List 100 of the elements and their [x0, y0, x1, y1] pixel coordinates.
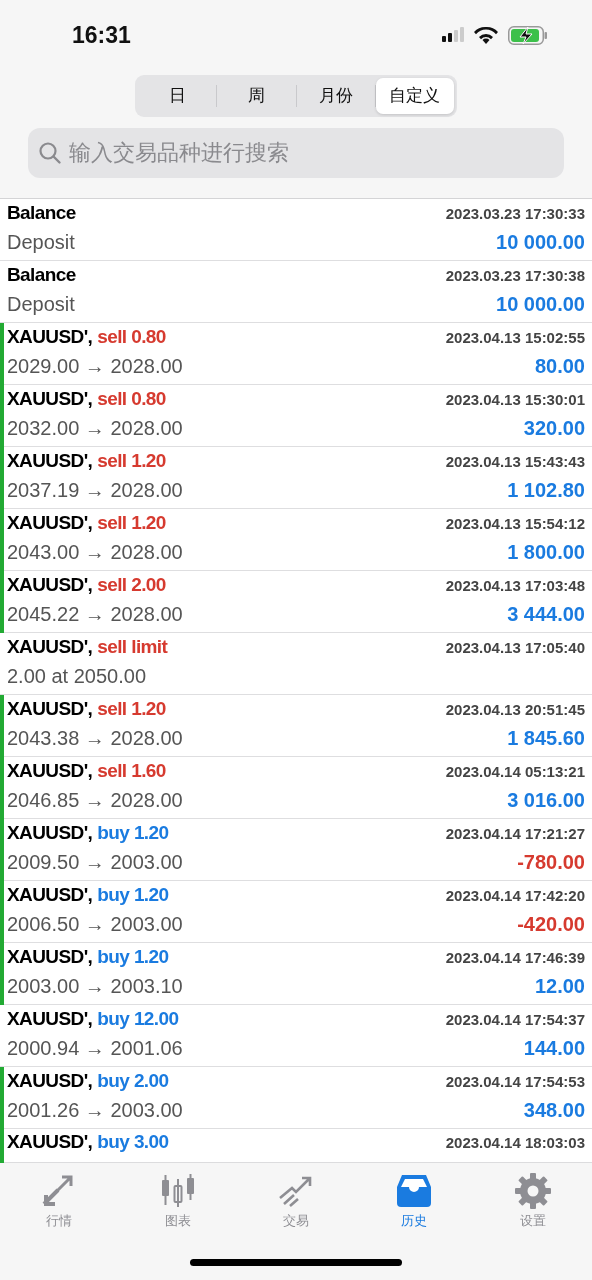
trade-action: sell 1.20 [97, 697, 166, 720]
trade-action: buy 2.00 [97, 1069, 169, 1092]
profit-value: 1 800.00 [507, 540, 585, 564]
trade-detail: 2043.38 → 2028.00 [7, 726, 183, 750]
profit-value: -780.00 [517, 850, 585, 874]
trend-arrow-icon [277, 1174, 314, 1208]
trade-action: sell 0.80 [97, 387, 166, 410]
history-entry[interactable]: XAUUSD', buy 2.00 2023.04.14 17:54:53 2001.26 → 2003.00 348.00 [0, 1067, 592, 1129]
symbol-label: XAUUSD', [7, 1069, 93, 1092]
trade-action: buy 1.20 [97, 945, 169, 968]
trade-detail: 2029.00 → 2028.00 [7, 354, 183, 378]
period-tab[interactable]: 月份 [296, 78, 375, 114]
symbol-label: XAUUSD', [7, 449, 93, 472]
trade-action: buy 1.20 [97, 883, 169, 906]
search-field[interactable]: 输入交易品种进行搜索 [28, 128, 564, 178]
trade-action: sell 1.60 [97, 759, 166, 782]
symbol-label: XAUUSD', [7, 387, 93, 410]
profit-value: 80.00 [534, 354, 585, 378]
trade-action: sell 2.00 [97, 573, 166, 596]
timestamp: 2023.04.13 15:30:01 [445, 390, 585, 408]
profit-value: 1 102.80 [507, 478, 585, 502]
trade-detail: 2045.22 → 2028.00 [7, 602, 183, 626]
timestamp: 2023.04.14 17:54:53 [445, 1072, 585, 1090]
profit-value: 10 000.00 [496, 230, 585, 254]
symbol-label: XAUUSD', [7, 1131, 93, 1153]
inbox-tray-icon [396, 1174, 433, 1208]
timestamp: 2023.04.14 05:13:21 [445, 762, 585, 780]
symbol-label: Balance [7, 201, 76, 224]
profit-value: 10 000.00 [496, 292, 585, 316]
trade-action: buy 1.20 [97, 821, 169, 844]
trade-detail: 2046.85 → 2028.00 [7, 788, 183, 812]
trade-action: sell 0.80 [97, 325, 166, 348]
symbol-label: Balance [7, 263, 76, 286]
timestamp: 2023.04.14 17:46:39 [445, 948, 585, 966]
symbol-label: XAUUSD', [7, 325, 93, 348]
profit-value: 1 845.60 [507, 726, 585, 750]
trade-detail: 2001.26 → 2003.00 [7, 1098, 183, 1122]
timestamp: 2023.04.14 17:21:27 [445, 824, 585, 842]
history-entry[interactable]: XAUUSD', sell 1.20 2023.04.13 20:51:45 2043.38 → 2028.00 1 845.60 [0, 695, 592, 757]
trade-detail: Deposit [7, 230, 75, 254]
timestamp: 2023.04.14 18:03:03 [445, 1134, 585, 1151]
trade-action: buy 3.00 [97, 1131, 169, 1153]
profit-value: 320.00 [523, 416, 585, 440]
symbol-label: XAUUSD', [7, 511, 93, 534]
profit-value: 348.00 [523, 1098, 585, 1122]
trade-detail: 2043.00 → 2028.00 [7, 540, 183, 564]
trade-detail: Deposit [7, 292, 75, 316]
history-entry[interactable]: XAUUSD', sell 1.20 2023.04.13 15:43:43 2037.19 → 2028.00 1 102.80 [0, 447, 592, 509]
timestamp: 2023.04.14 17:42:20 [445, 886, 585, 904]
timestamp: 2023.04.13 15:43:43 [445, 452, 585, 470]
history-entry[interactable]: XAUUSD', sell 1.60 2023.04.14 05:13:21 2046.85 → 2028.00 3 016.00 [0, 757, 592, 819]
trade-detail: 2037.19 → 2028.00 [7, 478, 183, 502]
history-entry[interactable]: XAUUSD', sell 0.80 2023.04.13 15:30:01 2032.00 → 2028.00 320.00 [0, 385, 592, 447]
trade-detail: 2003.00 → 2003.10 [7, 974, 183, 998]
profit-value: 12.00 [534, 974, 585, 998]
signal-icon [442, 27, 464, 43]
symbol-label: XAUUSD', [7, 883, 93, 906]
symbol-label: XAUUSD', [7, 573, 93, 596]
history-entry[interactable]: XAUUSD', buy 1.20 2023.04.14 17:46:39 2003.00 → 2003.10 12.00 [0, 943, 592, 1005]
timestamp: 2023.03.23 17:30:33 [445, 204, 585, 222]
symbol-label: XAUUSD', [7, 1007, 93, 1030]
trade-detail: 2006.50 → 2003.00 [7, 912, 183, 936]
history-entry[interactable]: XAUUSD', sell 2.00 2023.04.13 17:03:48 2045.22 → 2028.00 3 444.00 [0, 571, 592, 633]
symbol-label: XAUUSD', [7, 821, 93, 844]
history-entry[interactable]: XAUUSD', buy 1.20 2023.04.14 17:21:27 2009.50 → 2003.00 -780.00 [0, 819, 592, 881]
trade-detail: 2009.50 → 2003.00 [7, 850, 183, 874]
history-entry[interactable]: XAUUSD', sell 1.20 2023.04.13 15:54:12 2043.00 → 2028.00 1 800.00 [0, 509, 592, 571]
period-tab[interactable]: 自定义 [375, 78, 454, 114]
profit-value: 3 016.00 [507, 788, 585, 812]
timestamp: 2023.04.13 15:02:55 [445, 328, 585, 346]
trade-action: sell 1.20 [97, 449, 166, 472]
timestamp: 2023.04.13 17:03:48 [445, 576, 585, 594]
candlestick-icon [159, 1174, 196, 1208]
trade-detail: 2032.00 → 2028.00 [7, 416, 183, 440]
symbol-label: XAUUSD', [7, 759, 93, 782]
battery-charging-icon [508, 25, 548, 45]
history-entry[interactable]: XAUUSD', buy 1.20 2023.04.14 17:42:20 2006.50 → 2003.00 -420.00 [0, 881, 592, 943]
trade-detail: 2000.94 → 2001.06 [7, 1036, 183, 1060]
timestamp: 2023.04.13 17:05:40 [445, 638, 585, 656]
symbol-label: XAUUSD', [7, 945, 93, 968]
trade-action: buy 12.00 [97, 1007, 179, 1030]
period-tab[interactable]: 周 [217, 78, 296, 114]
timestamp: 2023.04.14 17:54:37 [445, 1010, 585, 1028]
trade-detail: 2.00 at 2050.00 [7, 664, 146, 688]
trade-action: sell limit [97, 635, 168, 658]
wifi-icon [474, 26, 498, 44]
profit-value: -420.00 [517, 912, 585, 936]
timestamp: 2023.03.23 17:30:38 [445, 266, 585, 284]
timestamp: 2023.04.13 15:54:12 [445, 514, 585, 532]
history-entry[interactable]: XAUUSD', sell 0.80 2023.04.13 15:02:55 2029.00 → 2028.00 80.00 [0, 323, 592, 385]
profit-value: 144.00 [523, 1036, 585, 1060]
trade-action: sell 1.20 [97, 511, 166, 534]
settings-icon [514, 1173, 551, 1209]
timestamp: 2023.04.13 20:51:45 [445, 700, 585, 718]
period-tab[interactable]: 日 [138, 78, 217, 114]
tab-bar-item[interactable]: 历史 [379, 1173, 450, 1237]
profit-value: 3 444.00 [507, 602, 585, 626]
symbol-label: XAUUSD', [7, 635, 93, 658]
clock: 16:31 [72, 21, 131, 49]
symbol-label: XAUUSD', [7, 697, 93, 720]
